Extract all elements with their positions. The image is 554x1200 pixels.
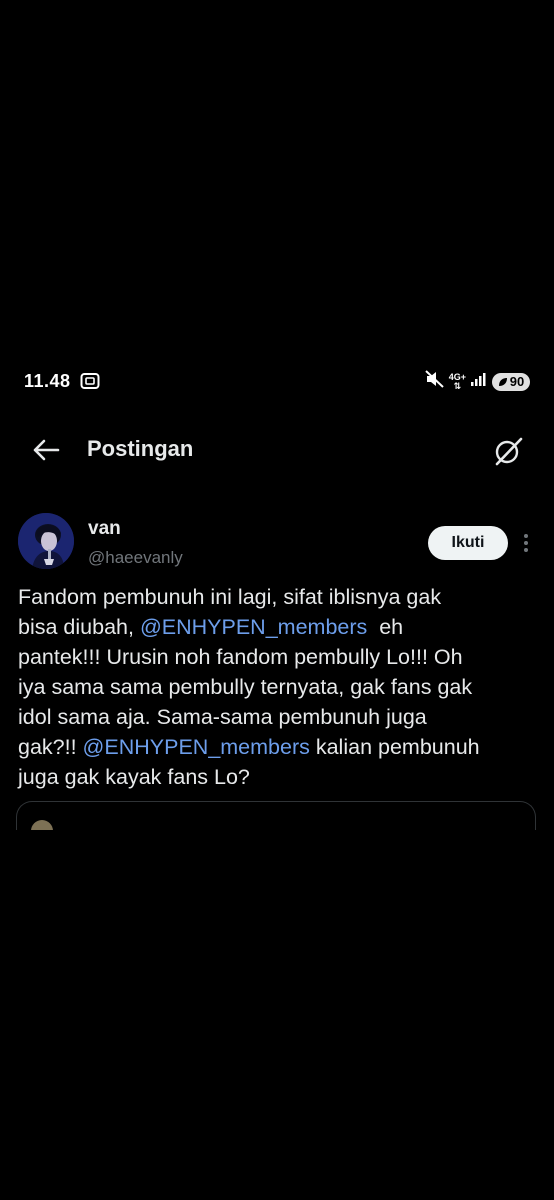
status-time: 11.48 [24, 371, 71, 391]
post-text-segment: iya sama sama pembully ternyata, gak fan… [18, 675, 473, 699]
more-vertical-icon-dot [524, 541, 528, 545]
post-text-line: Fandom pembunuh ini lagi, sifat iblisnya… [18, 582, 542, 612]
signal-icon [470, 371, 488, 392]
mention-link[interactable]: @ENHYPEN_members [140, 615, 367, 639]
post-text-segment: juga gak kayak fans Lo? [18, 765, 250, 789]
post-text: Fandom pembunuh ini lagi, sifat iblisnya… [18, 582, 542, 792]
avatar-image [18, 513, 74, 569]
page-title: Postingan [87, 436, 194, 461]
post-text-line: bisa diubah, @ENHYPEN_members eh [18, 612, 542, 642]
back-button[interactable] [28, 434, 64, 466]
post-text-segment: eh [367, 615, 404, 639]
network-type: 4G+ ⇅ [449, 372, 466, 391]
back-arrow-icon [33, 439, 60, 461]
status-bar: 11.48 4G+ ⇅ 90 [0, 366, 554, 396]
post-text-segment: kalian pembunuh [309, 735, 480, 759]
more-vertical-icon [524, 534, 528, 538]
author-handle[interactable]: @haeevanly [88, 548, 183, 568]
battery-level: 90 [509, 374, 525, 389]
post-text-segment: bisa diubah, [18, 615, 140, 639]
screenshot-cutoff [0, 830, 554, 1200]
post-text-segment: gak?!! [18, 735, 83, 759]
post-text-line: idol sama aja. Sama-sama pembunuh juga [18, 702, 542, 732]
screenshot-icon [80, 372, 100, 390]
author-display-name[interactable]: van [88, 518, 121, 540]
post-text-segment: pantek!!! Urusin noh fandom pembully Lo!… [18, 645, 463, 669]
leaf-icon [498, 377, 507, 386]
more-options-button[interactable] [516, 530, 536, 556]
follow-button[interactable]: Ikuti [428, 526, 508, 560]
more-vertical-icon-dot [524, 548, 528, 552]
battery-icon: 90 [492, 372, 530, 391]
data-arrows-icon: ⇅ [453, 380, 462, 391]
app-header: Postingan [0, 420, 554, 480]
post-text-line: juga gak kayak fans Lo? [18, 762, 542, 792]
post-text-line: gak?!! @ENHYPEN_members kalian pembunuh [18, 732, 542, 762]
grok-icon [495, 437, 523, 466]
mute-icon [425, 370, 445, 393]
post-text-segment: Fandom pembunuh ini lagi, sifat iblisnya… [18, 585, 442, 609]
avatar[interactable] [18, 513, 74, 569]
mention-link[interactable]: @ENHYPEN_members [83, 735, 310, 759]
grok-button[interactable] [490, 433, 526, 469]
status-icons: 4G+ ⇅ 90 [425, 370, 530, 393]
post-text-line: iya sama sama pembully ternyata, gak fan… [18, 672, 542, 702]
post-text-line: pantek!!! Urusin noh fandom pembully Lo!… [18, 642, 542, 672]
post-text-segment: idol sama aja. Sama-sama pembunuh juga [18, 705, 427, 729]
